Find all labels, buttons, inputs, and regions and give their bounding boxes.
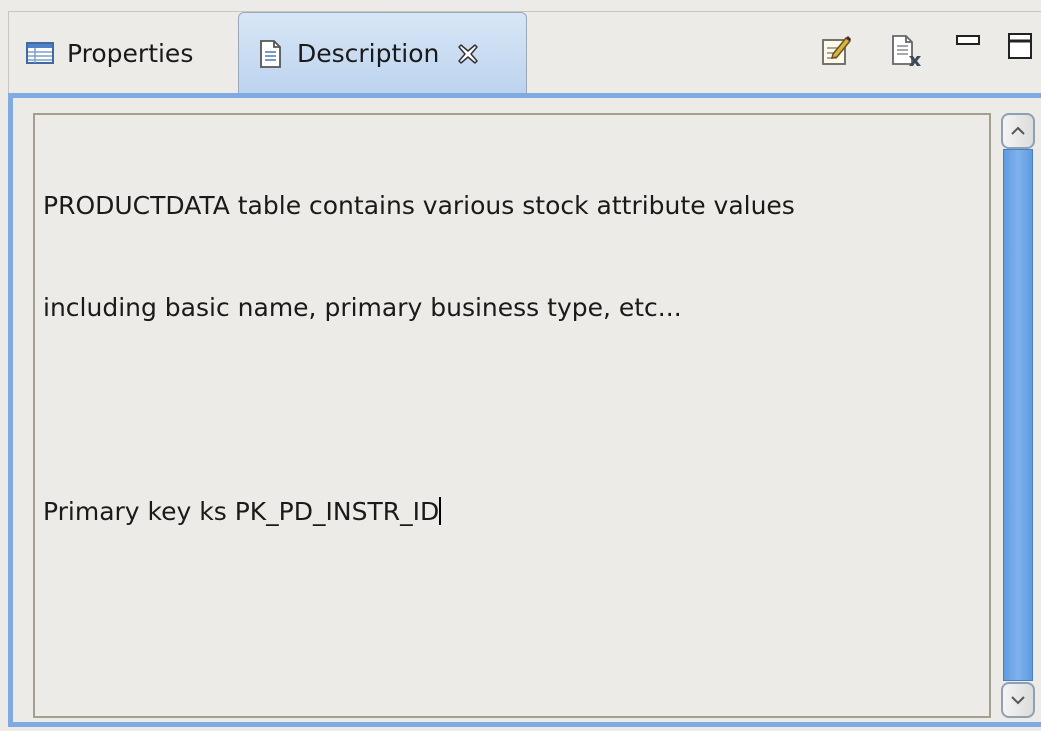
scroll-down-button[interactable]: [1001, 682, 1035, 718]
tab-strip: Properties Description: [8, 11, 1041, 94]
scroll-thumb[interactable]: [1003, 149, 1033, 681]
properties-table-icon: [26, 42, 54, 64]
tab-description-label: Description: [297, 39, 440, 68]
description-line-2: including basic name, primary business t…: [43, 293, 682, 322]
text-caret: [439, 497, 442, 525]
clear-description-icon[interactable]: [889, 34, 923, 68]
description-text-area[interactable]: PRODUCTDATA table contains various stock…: [33, 113, 991, 718]
description-line-1: PRODUCTDATA table contains various stock…: [43, 191, 795, 220]
description-line-3: [43, 393, 981, 427]
tab-description[interactable]: Description: [238, 12, 527, 94]
chevron-down-icon: [1011, 696, 1025, 705]
tab-properties[interactable]: Properties: [9, 12, 237, 94]
close-icon[interactable]: [457, 43, 479, 65]
minimize-icon[interactable]: [955, 32, 981, 50]
chevron-up-icon: [1011, 126, 1025, 135]
document-icon: [260, 39, 281, 68]
maximize-icon[interactable]: [1007, 32, 1033, 60]
scroll-up-button[interactable]: [1001, 113, 1035, 149]
description-panel: PRODUCTDATA table contains various stock…: [8, 93, 1041, 727]
edit-description-icon[interactable]: [819, 34, 853, 68]
description-line-4: Primary key ks PK_PD_INSTR_ID: [43, 495, 981, 529]
description-view: Properties Description PRODUCTDATA table…: [8, 11, 1041, 731]
vertical-scrollbar[interactable]: [1001, 113, 1035, 718]
tab-properties-label: Properties: [67, 38, 194, 68]
description-line-4-text: Primary key ks PK_PD_INSTR_ID: [43, 497, 440, 526]
